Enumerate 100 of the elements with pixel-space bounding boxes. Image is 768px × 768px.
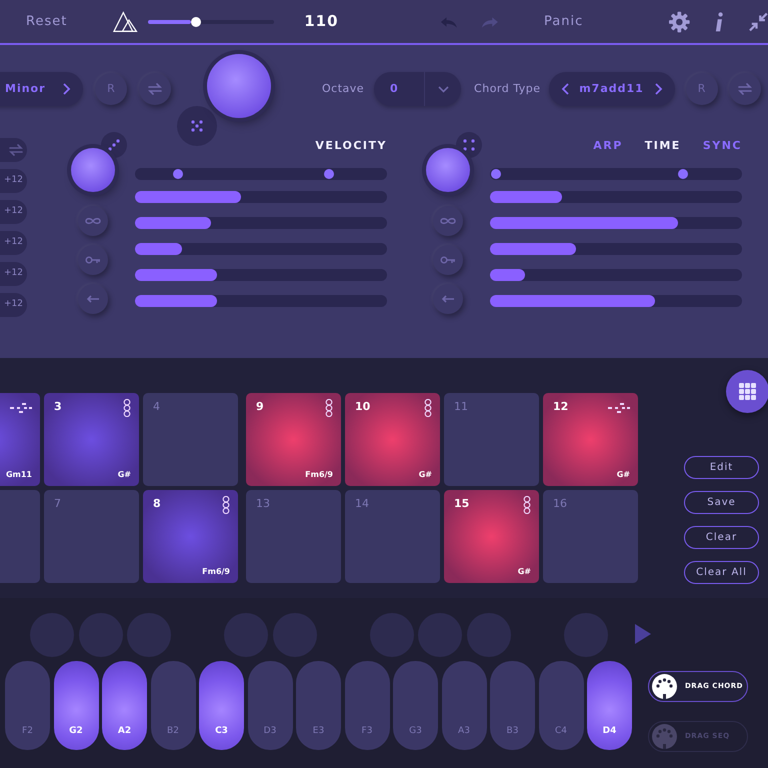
- slider-track[interactable]: [490, 269, 742, 281]
- pad[interactable]: 4: [143, 393, 238, 486]
- piano-key[interactable]: F2: [5, 661, 50, 750]
- pad[interactable]: 8 Fm6/9: [143, 490, 238, 583]
- dice-button[interactable]: [177, 106, 217, 146]
- range-slider[interactable]: [490, 168, 742, 180]
- tab[interactable]: VELOCITY: [315, 138, 387, 154]
- piano-key[interactable]: A2: [102, 661, 147, 750]
- main-knob[interactable]: [207, 54, 271, 118]
- piano-key[interactable]: C4: [538, 661, 584, 750]
- slider-track[interactable]: [490, 243, 742, 255]
- slider-fill[interactable]: [135, 269, 217, 281]
- play-icon[interactable]: [635, 624, 651, 644]
- piano-key[interactable]: G2: [54, 661, 98, 750]
- slider-fill[interactable]: [490, 243, 576, 255]
- info-icon[interactable]: [714, 10, 724, 32]
- slider-fill[interactable]: [490, 191, 562, 203]
- mode-button[interactable]: [78, 245, 108, 275]
- slider-track[interactable]: [490, 217, 742, 229]
- transpose-toggle[interactable]: +12: [0, 169, 27, 193]
- piano-key[interactable]: B2: [150, 661, 196, 750]
- slider-fill[interactable]: [135, 191, 241, 203]
- mode-button[interactable]: [433, 284, 463, 314]
- panic-button[interactable]: Panic: [544, 12, 584, 32]
- piano-key[interactable]: G3: [393, 661, 438, 750]
- mode-button[interactable]: [78, 206, 108, 236]
- piano-key[interactable]: D3: [248, 661, 292, 750]
- reset-button[interactable]: Reset: [26, 12, 68, 32]
- octave-dropdown[interactable]: 0: [374, 72, 462, 106]
- piano-key[interactable]: B3: [490, 661, 535, 750]
- transpose-toggle[interactable]: +12: [0, 231, 27, 255]
- tab[interactable]: TIME: [644, 138, 681, 154]
- slider-fill[interactable]: [490, 217, 678, 229]
- transpose-toggle[interactable]: +12: [0, 200, 27, 224]
- slider-thumb[interactable]: [191, 16, 202, 26]
- range-thumb[interactable]: [324, 169, 334, 179]
- slider-track[interactable]: [490, 191, 742, 203]
- side-button[interactable]: Clear: [684, 526, 759, 549]
- tab[interactable]: SYNC: [702, 138, 742, 154]
- swap-button[interactable]: [139, 73, 171, 105]
- scale-selector[interactable]: Minor: [0, 72, 83, 106]
- slider-track[interactable]: [135, 295, 387, 307]
- slider-track[interactable]: [135, 191, 387, 203]
- slider-fill[interactable]: [135, 295, 217, 307]
- chain-icon: [523, 496, 531, 514]
- chain-icon: [325, 399, 333, 417]
- slider-fill[interactable]: [135, 217, 211, 229]
- chain-icon: [123, 399, 131, 417]
- grid-button[interactable]: [726, 370, 768, 413]
- arrow-left-icon: [441, 295, 455, 303]
- side-button[interactable]: Edit: [684, 456, 759, 479]
- settings-icon[interactable]: [669, 10, 690, 32]
- pad[interactable]: 3 G#: [44, 393, 139, 486]
- knob[interactable]: [426, 148, 470, 192]
- clear-all-button[interactable]: Clear All: [684, 561, 759, 584]
- swap-icon: [738, 83, 752, 95]
- knob[interactable]: [71, 148, 115, 192]
- chord-name: G#: [518, 566, 532, 578]
- transpose-toggle[interactable]: +12: [0, 262, 27, 286]
- slider-fill[interactable]: [490, 295, 656, 307]
- pad[interactable]: 7: [44, 490, 139, 583]
- tab[interactable]: ARP: [593, 138, 623, 154]
- random-button[interactable]: R: [95, 73, 127, 105]
- dots-icon: [108, 139, 120, 151]
- slider-track[interactable]: [135, 217, 387, 229]
- pad-number: 8: [153, 496, 161, 512]
- slider-fill[interactable]: [135, 243, 182, 255]
- slider-track[interactable]: [135, 243, 387, 255]
- range-thumb[interactable]: [491, 169, 502, 179]
- side-button[interactable]: Save: [684, 491, 759, 514]
- pad[interactable]: 16: [543, 490, 638, 583]
- pad[interactable]: 9 Fm6/9: [246, 393, 341, 486]
- slider-fill[interactable]: [490, 269, 526, 281]
- pad[interactable]: 15 G#: [444, 490, 539, 583]
- pad-number: 7: [54, 496, 61, 512]
- pad[interactable]: 10 G#: [345, 393, 440, 486]
- mode-button[interactable]: [78, 284, 108, 314]
- mode-button[interactable]: [433, 245, 463, 275]
- chord-type-selector[interactable]: m7add11: [548, 72, 675, 106]
- range-thumb[interactable]: [172, 169, 183, 179]
- pad[interactable]: 11: [444, 393, 539, 486]
- collapse-icon[interactable]: [749, 12, 768, 32]
- pad[interactable]: Gm11: [0, 393, 40, 486]
- pad[interactable]: 14: [345, 490, 440, 583]
- piano-key[interactable]: A3: [442, 661, 486, 750]
- range-slider[interactable]: [135, 168, 387, 180]
- range-thumb[interactable]: [678, 169, 688, 179]
- transpose-toggle[interactable]: +12: [0, 293, 27, 317]
- slider-track[interactable]: [135, 269, 387, 281]
- slider-track[interactable]: [490, 295, 742, 307]
- piano-key[interactable]: E3: [296, 661, 341, 750]
- pad[interactable]: 13: [246, 490, 341, 583]
- mode-button[interactable]: [433, 206, 463, 236]
- chevron-right-icon: [63, 83, 71, 95]
- piano-key[interactable]: D4: [587, 661, 632, 750]
- tempo-slider-fill[interactable]: [148, 20, 192, 24]
- piano-key[interactable]: F3: [344, 661, 390, 750]
- piano-key[interactable]: C3: [199, 661, 244, 750]
- random-button[interactable]: R: [686, 73, 718, 105]
- pad[interactable]: 12 G#: [543, 393, 638, 486]
